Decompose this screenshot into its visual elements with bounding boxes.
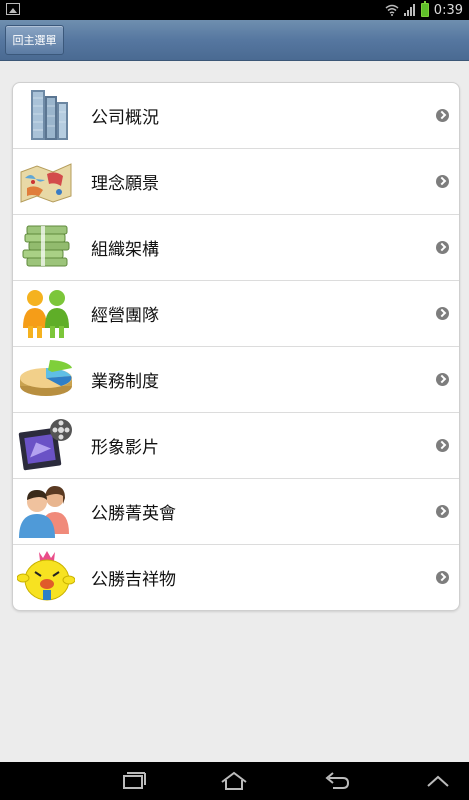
back-to-main-menu-button[interactable]: 回主選單 <box>5 25 64 55</box>
menu-item-label: 公勝菁英會 <box>91 504 176 524</box>
people-icon <box>23 290 69 338</box>
menu-item-organization-structure[interactable]: 組織架構 <box>13 215 459 281</box>
pie-chart-icon <box>20 360 72 396</box>
money-stack-icon <box>22 225 70 267</box>
menu-item-label: 公勝吉祥物 <box>91 570 176 590</box>
menu-item-philosophy-vision[interactable]: 理念願景 <box>13 149 459 215</box>
menu-item-label: 形象影片 <box>91 438 159 458</box>
film-icon <box>18 419 72 471</box>
chevron-right-icon <box>436 307 449 320</box>
menu-item-elite-club[interactable]: 公勝菁英會 <box>13 479 459 545</box>
menu-item-label: 組織架構 <box>91 240 159 260</box>
back-icon[interactable] <box>321 770 351 792</box>
chevron-right-icon <box>436 505 449 518</box>
menu-item-label: 公司概況 <box>91 108 159 128</box>
users-icon <box>19 486 69 538</box>
menu-item-label: 經營團隊 <box>91 306 159 326</box>
map-icon <box>20 163 72 203</box>
chevron-right-icon <box>436 109 449 122</box>
battery-icon <box>420 1 429 17</box>
main-menu-list: 公司概況 理念願景 組織架構 經營團隊 業務制度 形象影片 公勝菁英會 公勝吉祥… <box>12 82 460 611</box>
home-icon[interactable] <box>219 770 249 792</box>
menu-item-business-system[interactable]: 業務制度 <box>13 347 459 413</box>
chevron-up-icon[interactable] <box>423 770 453 792</box>
buildings-icon <box>31 90 68 140</box>
menu-item-mascot[interactable]: 公勝吉祥物 <box>13 545 459 610</box>
chevron-right-icon <box>436 571 449 584</box>
recent-apps-icon[interactable] <box>118 770 148 792</box>
chevron-right-icon <box>436 439 449 452</box>
chevron-right-icon <box>436 241 449 254</box>
menu-item-label: 業務制度 <box>91 372 159 392</box>
mascot-icon <box>17 551 75 601</box>
menu-item-label: 理念願景 <box>91 174 159 194</box>
image-notification-icon <box>6 3 20 15</box>
status-bar: 0:39 <box>0 0 469 20</box>
menu-item-image-video[interactable]: 形象影片 <box>13 413 459 479</box>
wifi-icon <box>385 4 399 16</box>
menu-item-company-overview[interactable]: 公司概況 <box>13 83 459 149</box>
chevron-right-icon <box>436 373 449 386</box>
chevron-right-icon <box>436 175 449 188</box>
signal-icon <box>403 4 415 16</box>
system-nav-bar <box>0 762 469 800</box>
menu-item-management-team[interactable]: 經營團隊 <box>13 281 459 347</box>
status-time: 0:39 <box>433 2 463 18</box>
header-bar: 回主選單 <box>0 20 469 61</box>
